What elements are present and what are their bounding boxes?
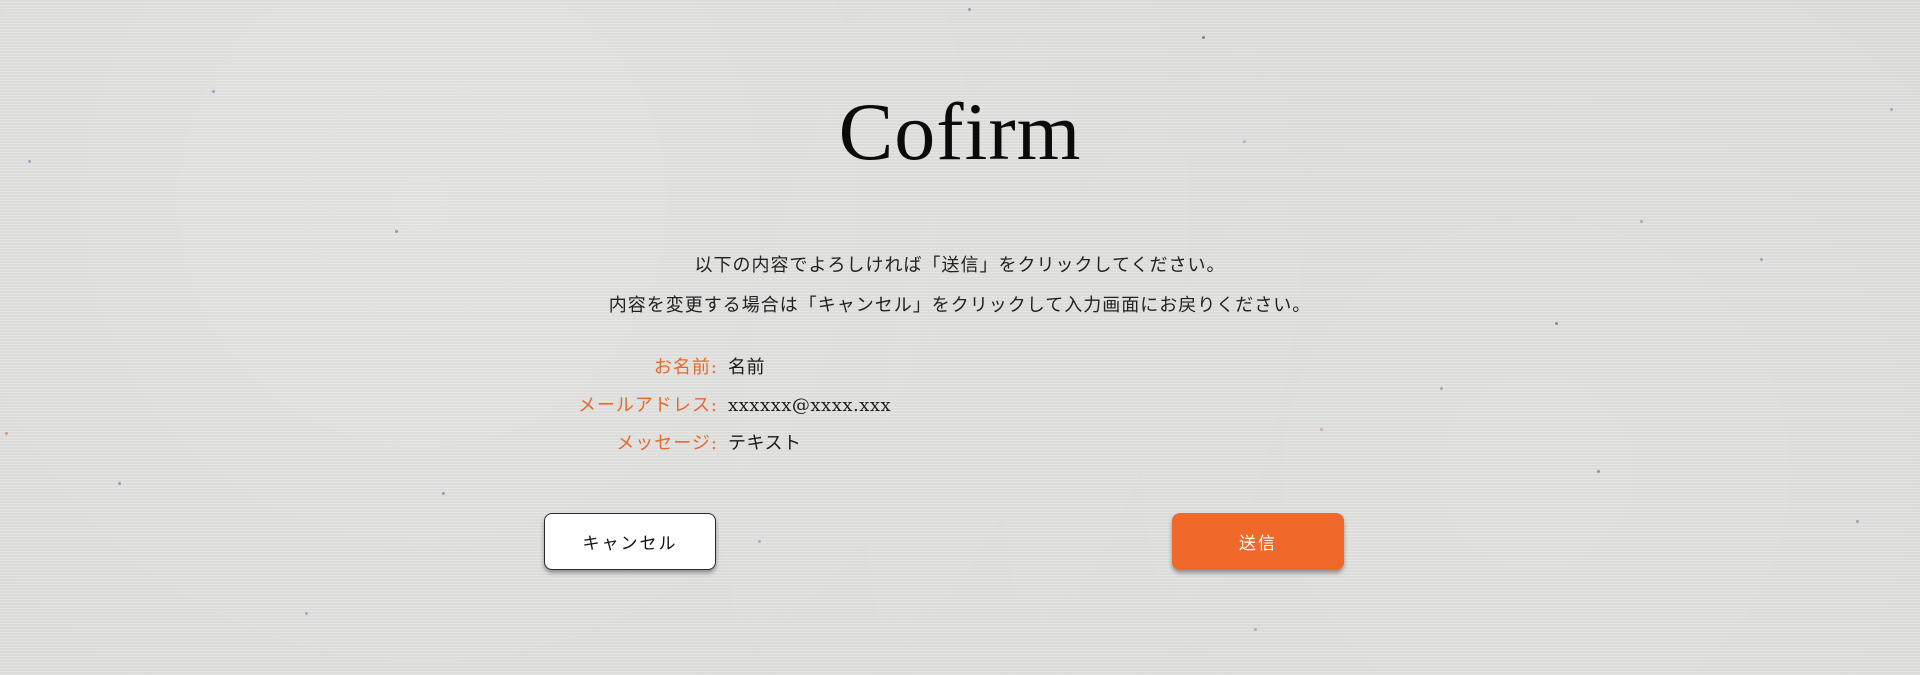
instruction-line: 内容を変更する場合は「キャンセル」をクリックして入力画面にお戻りください。 <box>608 295 1312 316</box>
submit-button[interactable]: 送信 <box>1172 513 1344 570</box>
texture-speck <box>118 482 121 485</box>
texture-speck <box>758 540 761 543</box>
texture-speck <box>395 230 398 233</box>
texture-speck <box>1202 36 1205 39</box>
field-row-email: メールアドレス: xxxxxx@xxxx.xxx <box>0 387 1920 425</box>
texture-speck <box>305 612 308 615</box>
texture-speck <box>1640 220 1643 223</box>
field-row-message: メッセージ: テキスト <box>0 425 1920 463</box>
texture-speck <box>1856 520 1859 523</box>
texture-speck <box>442 492 445 495</box>
field-label-email: メールアドレス: <box>577 395 718 416</box>
texture-speck <box>968 8 971 11</box>
field-label-name: お名前: <box>653 357 718 378</box>
field-value-name: 名前 <box>728 357 765 378</box>
field-value-email: xxxxxx@xxxx.xxx <box>728 395 892 416</box>
instruction-line: 以下の内容でよろしければ「送信」をクリックしてください。 <box>694 255 1226 276</box>
texture-speck <box>1254 628 1257 631</box>
texture-speck <box>1597 470 1600 473</box>
field-value-message: テキスト <box>728 433 802 454</box>
field-label-message: メッセージ: <box>616 433 718 454</box>
page-title: Cofirm <box>838 86 1082 177</box>
cancel-button[interactable]: キャンセル <box>544 513 716 570</box>
field-row-name: お名前: 名前 <box>0 349 1920 387</box>
instructions: 以下の内容でよろしければ「送信」をクリックしてください。 内容を変更する場合は「… <box>0 246 1920 326</box>
